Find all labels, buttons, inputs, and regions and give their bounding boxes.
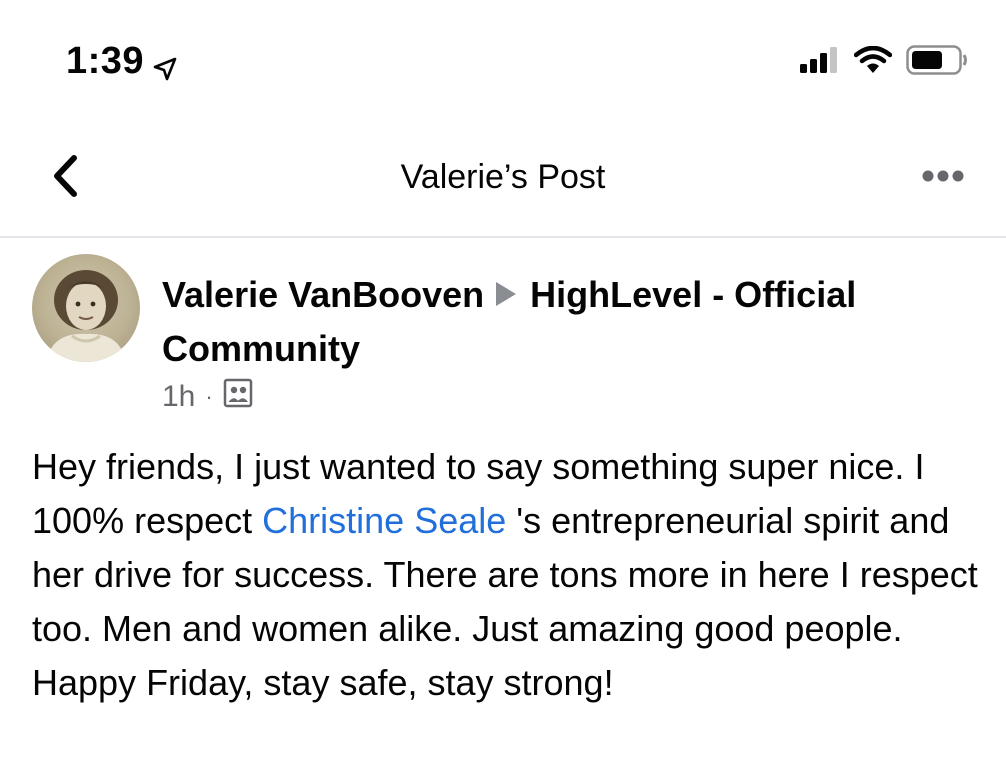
page-title: Valerie’s Post xyxy=(400,158,606,196)
author-name-link[interactable]: Valerie VanBooven xyxy=(162,274,484,315)
status-time: 1:39 xyxy=(66,40,178,83)
wifi-icon xyxy=(853,45,893,79)
location-arrow-icon xyxy=(152,49,178,80)
mention-link[interactable]: Christine Seale xyxy=(262,500,506,541)
avatar[interactable] xyxy=(32,254,140,362)
post-body: Hey friends, I just wanted to say someth… xyxy=(32,440,982,710)
status-bar: 1:39 xyxy=(0,0,1006,120)
more-options-button[interactable] xyxy=(918,160,968,196)
status-time-text: 1:39 xyxy=(66,40,145,82)
system-icons xyxy=(800,44,968,80)
more-dots-icon xyxy=(921,169,965,188)
battery-icon xyxy=(906,44,968,80)
post-meta: 1h · xyxy=(162,378,253,416)
group-members-icon xyxy=(223,378,253,416)
post-timestamp[interactable]: 1h xyxy=(162,380,195,414)
post-card: Valerie VanBooven HighLevel - Official Co… xyxy=(0,238,1006,777)
meta-separator: · xyxy=(205,384,213,409)
post-header: Valerie VanBooven HighLevel - Official Co… xyxy=(162,268,972,376)
shared-to-arrow-icon xyxy=(496,282,517,306)
post-nav-bar: Valerie’s Post xyxy=(0,120,1006,238)
vintage-portrait-photo xyxy=(46,270,126,362)
cellular-signal-icon xyxy=(800,46,840,78)
